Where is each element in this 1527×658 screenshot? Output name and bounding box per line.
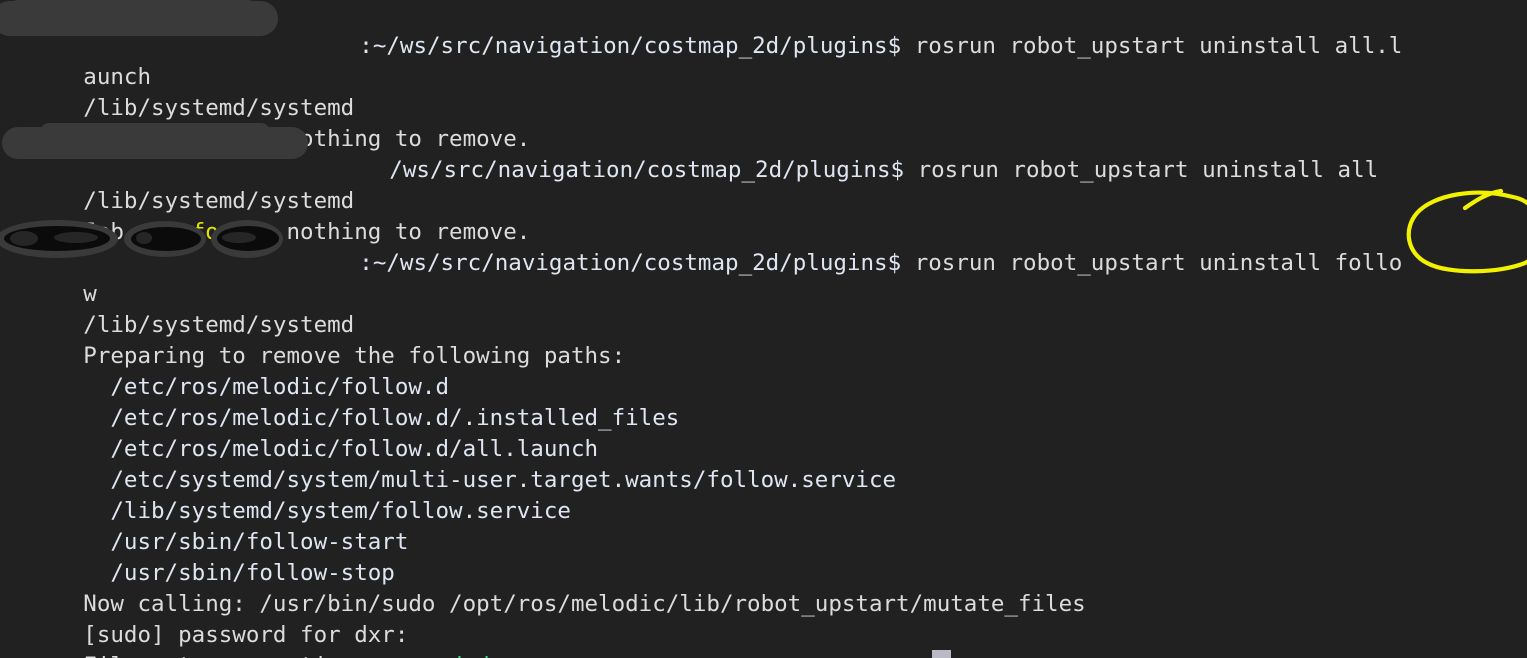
output-text: w	[83, 281, 97, 307]
removal-path: /etc/ros/melodic/follow.d/all.launch	[83, 436, 599, 462]
output-text-success: succeeded	[368, 653, 490, 658]
redaction-blob-2-hole-a	[136, 232, 152, 244]
prompt-path: :~/ws/src/navigation/costmap_2d/plugins$	[359, 250, 915, 276]
terminal-window[interactable]: :~/ws/src/navigation/costmap_2d/plugins$…	[0, 0, 1527, 658]
redaction-blob-1-hole-b	[54, 232, 98, 243]
output-text: /lib/systemd/systemd	[83, 188, 355, 214]
output-text: /lib/systemd/systemd	[83, 95, 355, 121]
sudo-password-prompt: [sudo] password for dxr:	[83, 622, 409, 648]
output-text-post: , nothing to remove.	[259, 126, 531, 152]
removal-path: /etc/ros/melodic/follow.d/.installed_fil…	[83, 405, 680, 431]
output-text-post: , nothing to remove.	[259, 219, 531, 245]
prompt-path: :~/ws/src/navigation/costmap_2d/plugins$	[359, 33, 915, 59]
removal-path: /usr/sbin/follow-stop	[83, 560, 395, 586]
prompt-path: /ws/src/navigation/costmap_2d/plugins$	[389, 157, 918, 183]
output-text: Now calling: /usr/bin/sudo /opt/ros/melo…	[83, 591, 1086, 617]
redaction-blob-1-hole-a	[10, 231, 38, 246]
terminal-line: :~/ws/src/navigation/costmap_2d/plugins$…	[0, 0, 1527, 59]
removal-path: /etc/systemd/system/multi-user.target.wa…	[83, 467, 897, 493]
output-text-emphasis: not found	[137, 126, 260, 152]
terminal-line: /lib/systemd/systemd	[0, 279, 1527, 338]
output-text-post: .	[490, 653, 504, 658]
output-text-pre: Filesystem operation	[83, 653, 367, 658]
removal-path: /etc/ros/melodic/follow.d	[83, 374, 450, 400]
removal-path: /usr/sbin/follow-start	[83, 529, 409, 555]
command-text: rosrun robot_upstart uninstall follo	[914, 250, 1403, 276]
output-text: /lib/systemd/systemd	[83, 312, 355, 338]
terminal-line: /lib/systemd/systemd	[0, 62, 1527, 121]
command-text: rosrun robot_upstart uninstall all	[917, 157, 1379, 183]
removal-path: /lib/systemd/system/follow.service	[83, 498, 571, 524]
command-text: rosrun robot_upstart uninstall all.l	[914, 33, 1403, 59]
terminal-block-cursor	[932, 650, 951, 658]
redaction-blob-3-hole-a	[222, 232, 256, 243]
terminal-output-area: :~/ws/src/navigation/costmap_2d/plugins$…	[0, 0, 1527, 658]
output-text: Preparing to remove the following paths:	[83, 343, 626, 369]
output-text-pre: Job	[83, 126, 138, 152]
output-text: aunch	[83, 64, 152, 90]
